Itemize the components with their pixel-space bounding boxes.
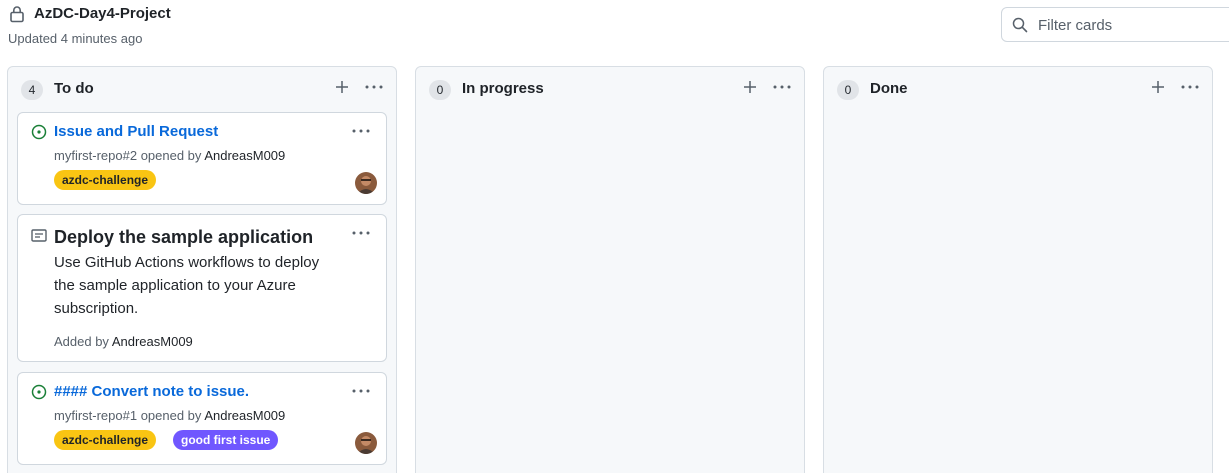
note-icon xyxy=(31,228,47,244)
add-card-icon[interactable] xyxy=(1150,79,1166,95)
issue-card[interactable]: Issue and Pull Request myfirst-repo#2 op… xyxy=(17,112,387,205)
column-title: Done xyxy=(870,80,908,97)
column-done: 0 Done xyxy=(823,66,1213,473)
author-link[interactable]: AndreasM009 xyxy=(204,408,285,423)
card-menu-icon[interactable] xyxy=(351,123,371,139)
column-header: 0 In progress xyxy=(416,67,804,111)
column-to-do: 4 To do Issue and Pull Request myfirst-r… xyxy=(7,66,397,473)
note-meta: Added by AndreasM009 xyxy=(54,334,193,349)
issue-meta: myfirst-repo#1 opened by AndreasM009 xyxy=(54,408,285,423)
card-count-badge: 0 xyxy=(837,80,859,100)
column-menu-icon[interactable] xyxy=(364,79,384,95)
column-menu-icon[interactable] xyxy=(1180,79,1200,95)
note-body-line: subscription. xyxy=(54,300,139,317)
issue-meta: myfirst-repo#2 opened by AndreasM009 xyxy=(54,148,285,163)
avatar[interactable] xyxy=(355,432,377,454)
card-menu-icon[interactable] xyxy=(351,383,371,399)
issue-reference: myfirst-repo#1 opened by xyxy=(54,408,202,423)
note-title: Deploy the sample application xyxy=(54,227,314,247)
card-title-link[interactable]: #### Convert note to issue. xyxy=(54,383,249,400)
added-by-label: Added by xyxy=(54,334,109,349)
column-menu-icon[interactable] xyxy=(772,79,792,95)
note-card[interactable]: Deploy the sample application Use GitHub… xyxy=(17,214,387,362)
project-title: AzDC-Day4-Project xyxy=(34,5,171,22)
add-card-icon[interactable] xyxy=(334,79,350,95)
card-title-link[interactable]: Issue and Pull Request xyxy=(54,123,218,140)
card-count-badge: 0 xyxy=(429,80,451,100)
label-good-first-issue[interactable]: good first issue xyxy=(173,430,279,450)
note-body-line: the sample application to your Azure xyxy=(54,277,296,294)
label-azdc-challenge[interactable]: azdc-challenge xyxy=(54,170,157,190)
avatar[interactable] xyxy=(355,172,377,194)
column-in-progress: 0 In progress xyxy=(415,66,805,473)
label-azdc-challenge[interactable]: azdc-challenge xyxy=(54,430,157,450)
project-header: AzDC-Day4-Project Updated 4 minutes ago xyxy=(0,0,1229,60)
filter-cards-box[interactable] xyxy=(1001,7,1229,42)
column-header: 4 To do xyxy=(8,67,396,111)
column-header: 0 Done xyxy=(824,67,1212,111)
card-count-badge: 4 xyxy=(21,80,43,100)
column-title: In progress xyxy=(462,80,544,97)
column-title: To do xyxy=(54,80,94,97)
card-menu-icon[interactable] xyxy=(351,225,371,241)
add-card-icon[interactable] xyxy=(742,79,758,95)
author-link[interactable]: AndreasM009 xyxy=(204,148,285,163)
lock-icon xyxy=(9,5,25,23)
filter-cards-input[interactable] xyxy=(1038,14,1228,36)
note-body: Use GitHub Actions workflows to deploy t… xyxy=(54,251,354,320)
issue-opened-icon xyxy=(31,124,47,140)
author-link[interactable]: AndreasM009 xyxy=(112,334,193,349)
issue-opened-icon xyxy=(31,384,47,400)
updated-timestamp: Updated 4 minutes ago xyxy=(8,31,143,46)
issue-card[interactable]: #### Convert note to issue. myfirst-repo… xyxy=(17,372,387,465)
note-body-line: Use GitHub Actions workflows to deploy xyxy=(54,254,320,271)
issue-reference: myfirst-repo#2 opened by xyxy=(54,148,202,163)
search-icon xyxy=(1012,17,1028,33)
